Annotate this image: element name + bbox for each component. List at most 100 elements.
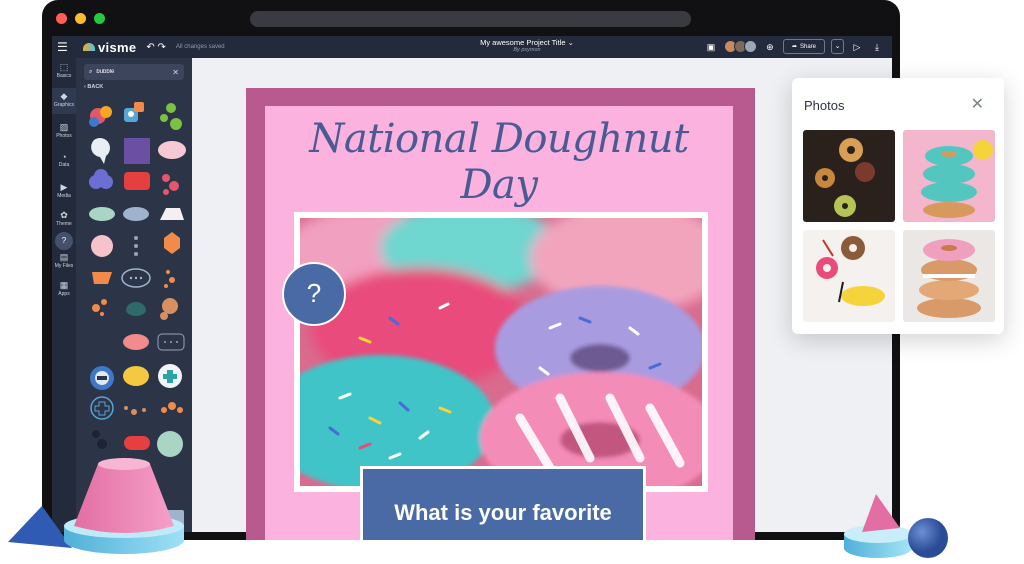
help-icon[interactable]: ? (55, 232, 73, 250)
graphic-item[interactable] (126, 302, 146, 316)
address-bar[interactable] (250, 11, 691, 27)
graphic-item[interactable] (157, 333, 185, 351)
graphic-item[interactable] (90, 396, 114, 420)
rail-label: Data (58, 162, 70, 168)
graphic-item[interactable] (158, 364, 182, 388)
screenshot-stage: ☰ visme ↶ ↷ All changes saved My awesome… (0, 0, 1024, 564)
theme-icon: ✿ (60, 210, 68, 220)
graphic-item[interactable] (160, 298, 178, 320)
share-icon: ➦ (791, 44, 797, 50)
share-dropdown-button[interactable]: ⌄ (831, 39, 844, 54)
share-button[interactable]: ➦ Share (782, 39, 825, 54)
rail-label: My Files (54, 263, 74, 269)
graphic-item[interactable] (124, 102, 144, 122)
graphic-item[interactable] (89, 207, 115, 221)
rail-item-theme[interactable]: ✿ Theme (52, 210, 76, 227)
graphic-item[interactable] (160, 208, 184, 220)
photo-thumbnail-art (917, 239, 981, 318)
graphic-item[interactable] (158, 141, 186, 159)
graphic-item[interactable] (92, 299, 107, 316)
maximize-window-dot[interactable] (94, 13, 105, 24)
question-bubble-graphic[interactable]: ? (282, 262, 346, 326)
graphics-icon: ◆ (60, 91, 68, 101)
rail-label: Photos (56, 133, 72, 139)
rail-label: Basics (56, 73, 72, 79)
graphic-item[interactable] (123, 207, 149, 221)
rail-item-basics[interactable]: ⬚ Basics (52, 62, 76, 79)
question-text[interactable]: What is your favorite (360, 500, 646, 526)
graphic-item[interactable] (90, 366, 114, 390)
poster-title[interactable]: National Doughnut Day (265, 116, 733, 208)
decorative-cone-shapes (8, 458, 184, 554)
share-label: Share (799, 43, 816, 50)
graphic-item[interactable] (160, 103, 182, 130)
basics-icon: ⬚ (59, 62, 69, 72)
rail-label: Apps (58, 291, 70, 297)
rail-item-photos[interactable]: ▨ Photos (52, 122, 76, 139)
graphic-item[interactable] (162, 174, 179, 195)
close-icon[interactable]: ✕ (971, 94, 984, 114)
graphic-item[interactable] (91, 235, 113, 257)
project-author: By psymon (513, 47, 541, 53)
photo-thumbnail-art (815, 138, 875, 217)
doughnut-photo-art (300, 218, 702, 486)
rail-label: Media (57, 193, 71, 199)
graphic-item[interactable] (121, 268, 151, 288)
graphic-item[interactable] (89, 169, 113, 189)
undo-redo-icons[interactable]: ↶ ↷ (146, 42, 166, 53)
question-bubble-icon: ? (306, 278, 322, 308)
window-controls (56, 13, 105, 24)
graphic-item[interactable] (124, 172, 150, 190)
photos-popup-title: Photos (804, 98, 845, 113)
photos-popup: Photos ✕ (792, 78, 1004, 334)
chevron-down-icon[interactable]: ⌄ (568, 38, 574, 47)
photo-thumbnail[interactable] (803, 130, 895, 222)
doughnut-photo[interactable] (300, 218, 702, 486)
media-icon: ▶ (60, 182, 68, 192)
project-title-block[interactable]: My awesome Project Title ⌄ By psymon (472, 38, 582, 53)
graphic-item[interactable] (164, 232, 180, 254)
photo-thumbnail[interactable] (803, 230, 895, 322)
rail-label: Theme (56, 221, 72, 227)
visme-logo-mark (83, 43, 95, 51)
graphic-item[interactable] (161, 402, 183, 413)
present-icon[interactable]: ▣ (704, 40, 718, 54)
files-icon: ▤ (59, 252, 69, 262)
project-title[interactable]: My awesome Project Title ⌄ (472, 38, 582, 47)
apps-icon: ▦ (59, 280, 69, 290)
decorative-sphere-shapes (844, 494, 948, 558)
collaborator-avatar[interactable] (743, 40, 757, 53)
photos-icon: ▨ (59, 122, 69, 132)
add-collaborator-icon[interactable]: ⊕ (763, 40, 777, 54)
save-status: All changes saved (175, 44, 225, 50)
graphic-item[interactable] (134, 236, 138, 256)
close-window-dot[interactable] (56, 13, 67, 24)
graphic-item[interactable] (92, 272, 112, 284)
menu-icon[interactable]: ☰ (57, 40, 75, 54)
rail-item-media[interactable]: ▶ Media (52, 182, 76, 199)
data-icon: ◔ (61, 152, 67, 162)
graphic-item[interactable] (123, 334, 149, 350)
rail-label: Graphics (53, 102, 74, 108)
photo-thumbnail[interactable] (903, 130, 995, 222)
play-icon[interactable]: ▷ (850, 40, 864, 54)
topbar-right-tools: ▣ ⊕ ➦ Share ⌄ ▷ ⤓ (704, 39, 884, 54)
minimize-window-dot[interactable] (75, 13, 86, 24)
photo-thumbnail[interactable] (903, 230, 995, 322)
graphic-item[interactable] (124, 138, 150, 164)
rail-item-my-files[interactable]: ▤ My Files (52, 252, 76, 269)
graphic-item[interactable] (124, 406, 146, 415)
graphic-item[interactable] (164, 270, 175, 288)
rail-item-graphics[interactable]: ◆ Graphics (52, 88, 76, 114)
project-title-text: My awesome Project Title (480, 38, 566, 47)
graphic-item[interactable] (123, 366, 149, 386)
rail-item-data[interactable]: ◔ Data (52, 152, 76, 168)
download-icon[interactable]: ⤓ (870, 40, 884, 54)
brand-name: visme (98, 39, 137, 55)
editor-topbar: ☰ visme ↶ ↷ All changes saved My awesome… (52, 36, 892, 58)
graphic-item[interactable] (89, 106, 112, 127)
graphic-item[interactable] (91, 138, 110, 164)
photo-thumbnail-art (921, 140, 993, 218)
visme-logo[interactable]: visme (83, 40, 136, 55)
rail-item-apps[interactable]: ▦ Apps (52, 280, 76, 297)
